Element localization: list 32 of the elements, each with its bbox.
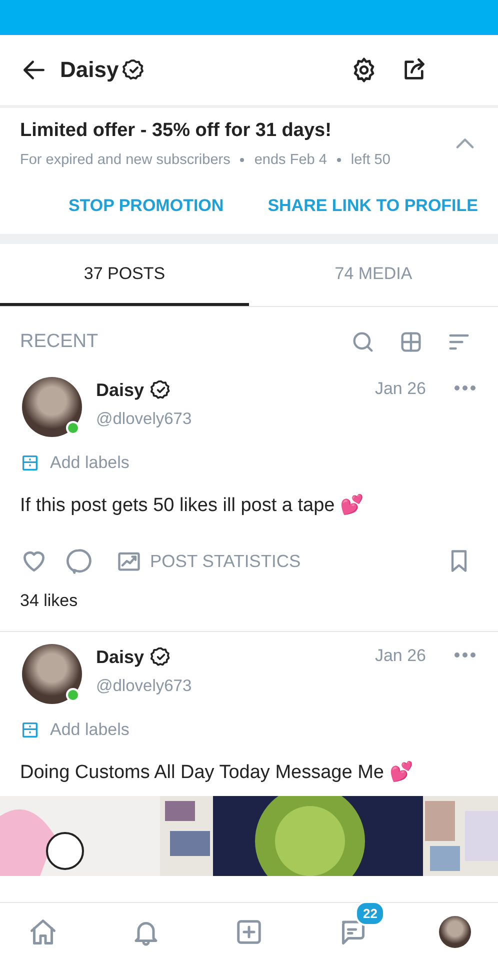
label-icon <box>20 720 40 740</box>
author-name: Daisy <box>96 380 144 400</box>
author-handle: @dlovely673 <box>96 410 193 429</box>
profile-title: Daisy <box>60 57 119 83</box>
share-link-button[interactable]: SHARE LINK TO PROFILE <box>268 196 478 216</box>
author-name: Daisy <box>96 646 144 668</box>
post-text: If this post gets 50 likes ill post a tape 💕 <box>19 493 366 518</box>
separator-dot-icon <box>336 158 341 162</box>
offer-detail: For expired and new subscribers <box>20 152 230 168</box>
profile-avatar[interactable] <box>439 916 471 948</box>
stop-promotion-button[interactable]: STOP PROMOTION <box>68 196 224 216</box>
post-text: Doing Customs All Day Today Message Me 💕 <box>19 760 414 785</box>
post-statistics-button[interactable]: POST STATISTICS <box>116 548 430 574</box>
author-handle: @dlovely673 <box>96 677 193 696</box>
label-icon <box>20 453 40 473</box>
tab[interactable]: 37 POSTS <box>0 244 249 306</box>
offer-title: Limited offer - 35% off for 31 days! <box>20 120 332 142</box>
post-date: Jan 26 <box>374 645 426 667</box>
tab[interactable]: 74 MEDIA <box>249 244 498 306</box>
offer-detail: left 50 <box>350 152 390 168</box>
comment-icon[interactable] <box>64 547 92 575</box>
unread-badge: 22 <box>355 900 386 926</box>
offer-detail: ends Feb 4 <box>254 152 327 168</box>
more-options-icon[interactable] <box>454 652 476 658</box>
home-icon[interactable] <box>28 916 58 946</box>
separator-dot-icon <box>240 158 244 162</box>
post-date: Jan 26 <box>374 378 426 400</box>
add-labels-link[interactable]: Add labels <box>50 453 130 473</box>
section-title: RECENT <box>20 331 100 353</box>
more-options-icon[interactable] <box>454 385 476 391</box>
likes-count: 34 likes <box>19 590 79 612</box>
add-labels-link[interactable]: Add labels <box>50 720 130 740</box>
